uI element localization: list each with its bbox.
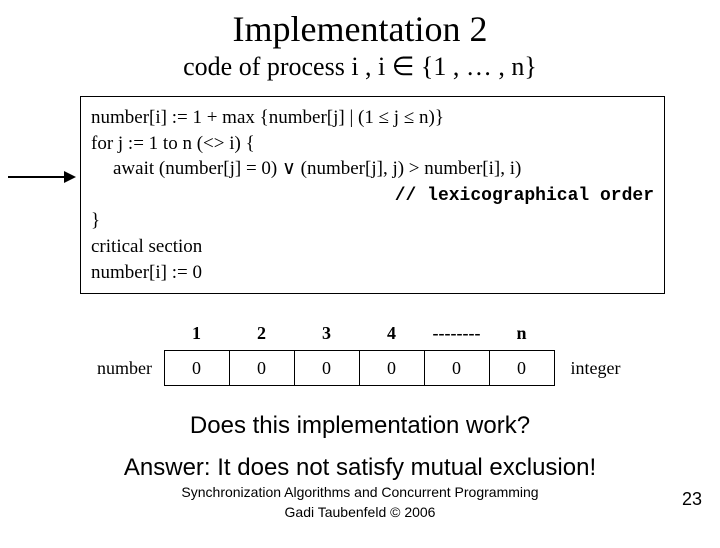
- arrow-icon: [8, 168, 76, 186]
- code-line: await (number[j] = 0) ∨ (number[j], j) >…: [91, 156, 654, 182]
- array-diagram: 1 2 3 4 -------- n number 0 0 0 0 0 0 in…: [0, 316, 720, 386]
- footer-line: Synchronization Algorithms and Concurren…: [0, 484, 720, 502]
- array-header: 2: [229, 316, 294, 351]
- slide-title: Implementation 2: [0, 8, 720, 50]
- array-header: 3: [294, 316, 359, 351]
- code-line: number[i] := 0: [91, 260, 654, 286]
- array-cell: 0: [424, 351, 489, 386]
- array-header: n: [489, 316, 554, 351]
- code-box: number[i] := 1 + max {number[j] | (1 ≤ j…: [80, 96, 665, 294]
- array-header: 4: [359, 316, 424, 351]
- code-line: number[i] := 1 + max {number[j] | (1 ≤ j…: [91, 105, 654, 131]
- question-text: Does this implementation work?: [0, 412, 720, 440]
- answer-text: Answer: It does not satisfy mutual exclu…: [0, 454, 720, 482]
- array-label: number: [93, 351, 165, 386]
- array-header: --------: [424, 316, 489, 351]
- array-type: integer: [554, 351, 628, 386]
- array-cell: 0: [489, 351, 554, 386]
- code-line: critical section: [91, 234, 654, 260]
- code-comment: // lexicographical order: [395, 186, 654, 206]
- array-cell: 0: [229, 351, 294, 386]
- footer-line: Gadi Taubenfeld © 2006: [0, 504, 720, 522]
- page-number: 23: [682, 489, 702, 510]
- array-cell: 0: [359, 351, 424, 386]
- array-header: 1: [164, 316, 229, 351]
- code-line: }: [91, 208, 654, 234]
- array-cell: 0: [294, 351, 359, 386]
- slide-subtitle: code of process i , i ∈ {1 , … , n}: [0, 52, 720, 82]
- code-line: for j := 1 to n (<> i) {: [91, 131, 654, 157]
- array-cell: 0: [164, 351, 229, 386]
